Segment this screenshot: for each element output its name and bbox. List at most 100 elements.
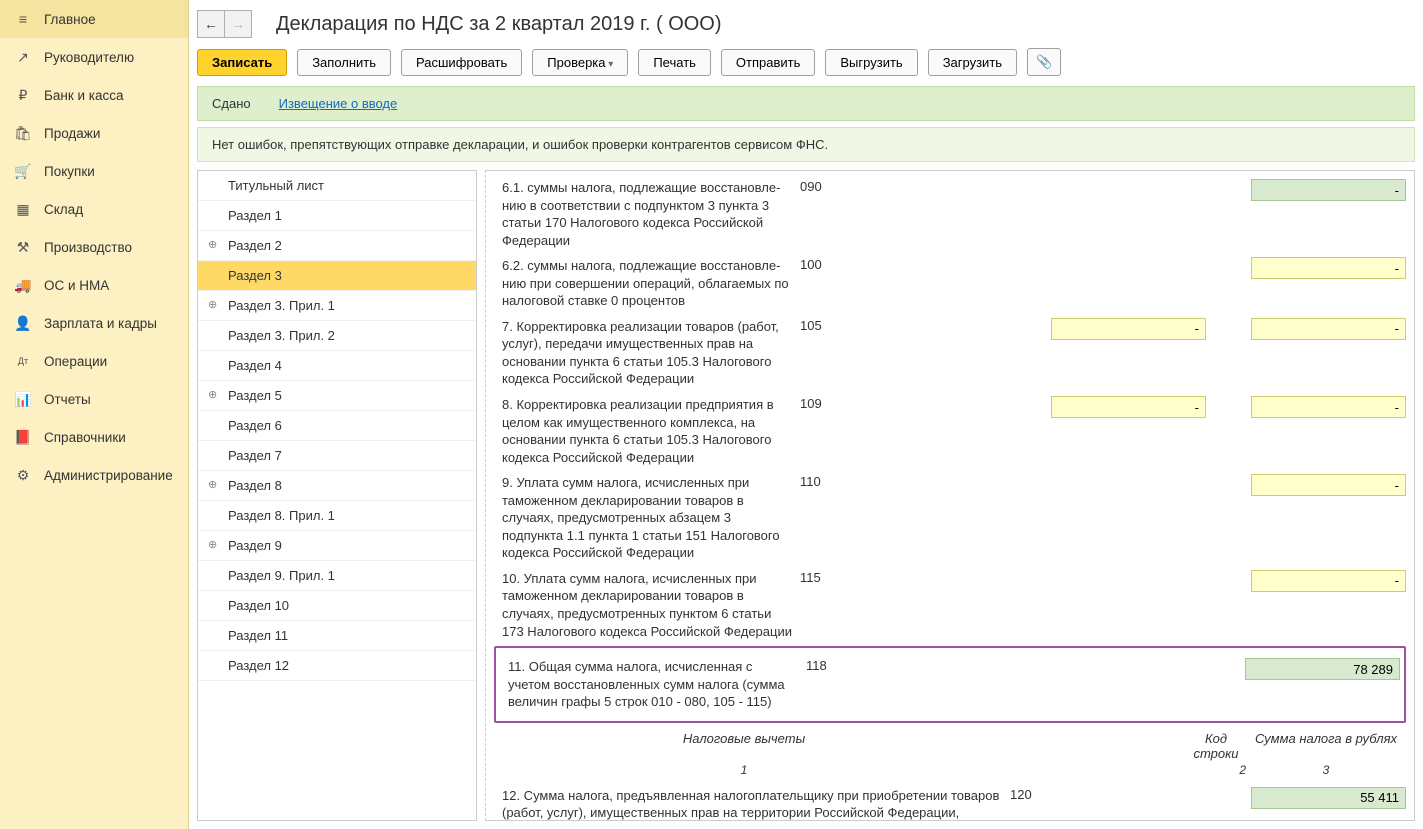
fill-button[interactable]: Заполнить xyxy=(297,49,391,76)
bars-icon: 📊 xyxy=(14,390,32,408)
row-100: 6.2. суммы налога, подлежащие восстановл… xyxy=(494,253,1406,314)
check-button[interactable]: Проверка xyxy=(532,49,628,76)
row-code: 110 xyxy=(800,474,840,489)
nav-operations[interactable]: ДтОперации xyxy=(0,342,188,380)
colnum-1: 1 xyxy=(494,763,994,777)
section-item[interactable]: Раздел 3. Прил. 2 xyxy=(198,321,476,351)
section-item[interactable]: Титульный лист xyxy=(198,171,476,201)
row-120-value[interactable] xyxy=(1251,787,1406,809)
nav-reports[interactable]: 📊Отчеты xyxy=(0,380,188,418)
print-button[interactable]: Печать xyxy=(638,49,711,76)
nav-forward-button[interactable]: → xyxy=(225,10,252,38)
notification-link[interactable]: Извещение о вводе xyxy=(279,96,398,111)
send-button[interactable]: Отправить xyxy=(721,49,815,76)
highlighted-total-row: 11. Общая сумма налога, исчисленная с уч… xyxy=(494,646,1406,723)
row-105-value1[interactable] xyxy=(1051,318,1206,340)
nav-label: Главное xyxy=(44,12,96,27)
section-item[interactable]: ⊕Раздел 9 xyxy=(198,531,476,561)
section-item[interactable]: ⊕Раздел 2 xyxy=(198,231,476,261)
row-100-value[interactable] xyxy=(1251,257,1406,279)
expand-icon[interactable]: ⊕ xyxy=(208,238,217,251)
nav-production[interactable]: ⚒ Производство xyxy=(0,228,188,266)
nav-label: Производство xyxy=(44,240,132,255)
row-105: 7. Корректировка реализации товаров (раб… xyxy=(494,314,1406,392)
nav-directories[interactable]: 📕Справочники xyxy=(0,418,188,456)
section-item[interactable]: Раздел 12 xyxy=(198,651,476,681)
nav-warehouse[interactable]: ▦Склад xyxy=(0,190,188,228)
section-item[interactable]: Раздел 3 xyxy=(198,261,476,291)
nav-admin[interactable]: ⚙Администрирование xyxy=(0,456,188,494)
bag-icon: 🛍 xyxy=(14,124,32,142)
expand-icon[interactable]: ⊕ xyxy=(208,298,217,311)
section-label: Титульный лист xyxy=(228,178,324,193)
section-item[interactable]: Раздел 10 xyxy=(198,591,476,621)
chart-icon: ↗ xyxy=(14,48,32,66)
section-item[interactable]: ⊕Раздел 5 xyxy=(198,381,476,411)
row-desc: 12. Сумма налога, предъявленная налогопл… xyxy=(494,787,1010,821)
expand-icon[interactable]: ⊕ xyxy=(208,388,217,401)
section-label: Раздел 11 xyxy=(228,628,288,643)
attach-button[interactable]: 📎 xyxy=(1027,48,1061,76)
subhead-deductions: Налоговые вычеты xyxy=(494,731,994,761)
column-numbers: 1 2 3 xyxy=(494,763,1406,783)
section-item[interactable]: Раздел 6 xyxy=(198,411,476,441)
section-item[interactable]: Раздел 11 xyxy=(198,621,476,651)
section-item[interactable]: Раздел 8. Прил. 1 xyxy=(198,501,476,531)
person-icon: 👤 xyxy=(14,314,32,332)
section-label: Раздел 10 xyxy=(228,598,289,613)
write-button[interactable]: Записать xyxy=(197,49,287,76)
status-bar: Сдано Извещение о вводе xyxy=(197,86,1415,121)
nav-label: Зарплата и кадры xyxy=(44,316,157,331)
row-109-value1[interactable] xyxy=(1051,396,1206,418)
nav-label: Банк и касса xyxy=(44,88,124,103)
section-item[interactable]: Раздел 4 xyxy=(198,351,476,381)
row-120: 12. Сумма налога, предъявленная налогопл… xyxy=(494,783,1406,821)
row-desc: 6.1. суммы налога, подлежащие восстановл… xyxy=(494,179,800,249)
section-item[interactable]: Раздел 1 xyxy=(198,201,476,231)
expand-icon[interactable]: ⊕ xyxy=(208,538,217,551)
nav-bank[interactable]: ₽Банк и касса xyxy=(0,76,188,114)
row-code: 109 xyxy=(800,396,840,411)
row-110-value[interactable] xyxy=(1251,474,1406,496)
subheader-row: Налоговые вычеты Код строки Сумма налога… xyxy=(494,725,1406,763)
row-code: 100 xyxy=(800,257,840,272)
load-button[interactable]: Загрузить xyxy=(928,49,1017,76)
row-code: 115 xyxy=(800,570,840,585)
row-code: 105 xyxy=(800,318,840,333)
row-desc: 6.2. суммы налога, подлежащие восстановл… xyxy=(494,257,800,310)
nav-hr[interactable]: 👤 Зарплата и кадры xyxy=(0,304,188,342)
declaration-form: 6.1. суммы налога, подлежащие восстановл… xyxy=(485,170,1415,821)
section-label: Раздел 9. Прил. 1 xyxy=(228,568,335,583)
tools-icon: ⚒ xyxy=(14,238,32,256)
nav-label: Операции xyxy=(44,354,107,369)
section-label: Раздел 1 xyxy=(228,208,282,223)
nav-assets[interactable]: 🚚ОС и НМА xyxy=(0,266,188,304)
paperclip-icon: 📎 xyxy=(1036,54,1052,69)
nav-label: Администрирование xyxy=(44,468,173,483)
row-desc: 7. Корректировка реализации товаров (раб… xyxy=(494,318,800,388)
section-item[interactable]: ⊕Раздел 8 xyxy=(198,471,476,501)
row-110: 9. Уплата сумм налога, исчисленных при т… xyxy=(494,470,1406,566)
section-item[interactable]: ⊕Раздел 3. Прил. 1 xyxy=(198,291,476,321)
section-item[interactable]: Раздел 7 xyxy=(198,441,476,471)
nav-manager[interactable]: ↗ Руководителю xyxy=(0,38,188,76)
row-090-value[interactable] xyxy=(1251,179,1406,201)
nav-main[interactable]: ≡ Главное xyxy=(0,0,188,38)
nav-back-button[interactable]: ← xyxy=(197,10,225,38)
nav-sales[interactable]: 🛍Продажи xyxy=(0,114,188,152)
section-item[interactable]: Раздел 9. Прил. 1 xyxy=(198,561,476,591)
decrypt-button[interactable]: Расшифровать xyxy=(401,49,522,76)
expand-icon[interactable]: ⊕ xyxy=(208,478,217,491)
nav-purchases[interactable]: 🛒Покупки xyxy=(0,152,188,190)
row-105-value2[interactable] xyxy=(1251,318,1406,340)
row-118-total[interactable] xyxy=(1245,658,1400,680)
row-115: 10. Уплата сумм налога, исчисленных при … xyxy=(494,566,1406,644)
book-icon: 📕 xyxy=(14,428,32,446)
subhead-amount: Сумма налога в рублях xyxy=(1246,731,1406,761)
nav-label: Руководителю xyxy=(44,50,134,65)
row-109-value2[interactable] xyxy=(1251,396,1406,418)
row-115-value[interactable] xyxy=(1251,570,1406,592)
export-button[interactable]: Выгрузить xyxy=(825,49,917,76)
section-label: Раздел 6 xyxy=(228,418,282,433)
menu-icon: ≡ xyxy=(14,10,32,28)
